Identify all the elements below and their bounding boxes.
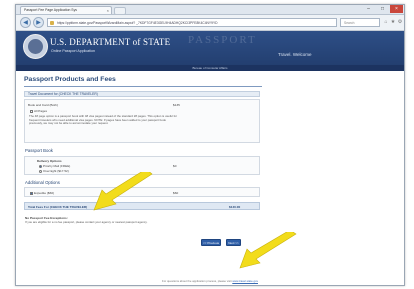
back-arrow-icon[interactable]: ◀ bbox=[20, 17, 31, 28]
delivery-fee: $0 bbox=[173, 164, 177, 168]
address-url: https://pptform.state.gov/PassportWizard… bbox=[57, 21, 218, 25]
close-icon[interactable]: × bbox=[390, 5, 403, 13]
delivery-label: Delivery Options bbox=[37, 159, 62, 163]
new-tab-button[interactable] bbox=[114, 7, 126, 15]
additional-options-heading: Additional Options bbox=[25, 180, 60, 185]
browser-tab[interactable]: Passport Fee Page Application Sys × bbox=[20, 6, 112, 14]
all-pages-label: All Pages bbox=[34, 109, 48, 113]
lock-icon bbox=[50, 21, 54, 25]
expedite-fee: $60 bbox=[173, 191, 179, 195]
tab-title: Passport Fee Page Application Sys bbox=[24, 8, 77, 12]
welcome-text: Travel. Welcome bbox=[278, 52, 312, 57]
radio-priority[interactable] bbox=[39, 164, 42, 168]
product-box: Book and Card (Both) $135 All Pages The … bbox=[24, 99, 260, 143]
gear-icon[interactable]: ⚙ bbox=[397, 19, 403, 25]
expedite-checkbox[interactable] bbox=[30, 191, 33, 195]
section-header: Travel Document for (CHECK THE TRAVELER) bbox=[24, 91, 260, 97]
footer-link[interactable]: www.travel.state.gov bbox=[232, 279, 258, 283]
product-fee: $135 bbox=[173, 103, 180, 107]
total-label: Total Fees For (CHECK THE TRAVELER) bbox=[28, 204, 88, 209]
browser-toolbar: ◀ ▶ https://pptform.state.gov/PassportWi… bbox=[16, 15, 404, 31]
page-title: Passport Products and Fees bbox=[24, 76, 116, 83]
tab-close-icon[interactable]: × bbox=[107, 7, 109, 14]
delivery-option-priority-label: Priority Mail (FREE) bbox=[43, 164, 71, 168]
expedite-label: Expedite ($60) bbox=[34, 191, 55, 195]
web-page: U.S. DEPARTMENT of STATE Online Passport… bbox=[16, 31, 404, 285]
delivery-option-overnight-label: Overnight ($17.52) bbox=[43, 169, 69, 173]
product-notice: The 48 page option is a passport book wi… bbox=[29, 114, 177, 126]
browser-window: Passport Fee Page Application Sys × – □ … bbox=[15, 4, 405, 286]
callout-arrow-icon bbox=[93, 172, 153, 211]
maximize-icon[interactable]: □ bbox=[376, 5, 389, 13]
all-pages-option[interactable]: All Pages bbox=[30, 109, 47, 113]
search-input[interactable]: Search bbox=[340, 18, 380, 27]
expedite-option[interactable]: Expedite ($60) bbox=[30, 191, 54, 195]
tab-bar: Passport Fee Page Application Sys × – □ … bbox=[16, 5, 404, 15]
previous-button[interactable]: << Previous bbox=[201, 239, 221, 246]
exceptions-text: If you are eligible for a no fee passpor… bbox=[25, 220, 148, 224]
delivery-option-overnight[interactable]: Overnight ($17.52) bbox=[39, 169, 69, 173]
favorites-star-icon[interactable]: ★ bbox=[390, 19, 396, 25]
title-divider bbox=[24, 86, 262, 87]
application-subtitle: Online Passport Application bbox=[51, 49, 95, 53]
nav-strip: Bureau of Consular Affairs bbox=[16, 65, 404, 71]
address-bar[interactable]: https://pptform.state.gov/PassportWizard… bbox=[47, 18, 337, 27]
header-banner: U.S. DEPARTMENT of STATE Online Passport… bbox=[16, 31, 404, 65]
passport-watermark: PASSPORT bbox=[188, 34, 257, 46]
all-pages-checkbox[interactable] bbox=[30, 109, 33, 113]
delivery-option-priority[interactable]: Priority Mail (FREE) bbox=[39, 164, 70, 168]
total-value: $140.00 bbox=[229, 204, 241, 209]
state-seal-icon bbox=[23, 34, 48, 59]
footer: For questions about the application proc… bbox=[16, 277, 404, 285]
footer-text: For questions about the application proc… bbox=[162, 279, 232, 283]
delivery-heading: Passport Book bbox=[25, 148, 53, 153]
department-title: U.S. DEPARTMENT of STATE bbox=[50, 37, 171, 47]
home-icon[interactable]: ⌂ bbox=[383, 19, 389, 25]
forward-arrow-icon[interactable]: ▶ bbox=[33, 17, 44, 28]
product-label: Book and Card (Both) bbox=[28, 103, 58, 107]
callout-arrow-icon bbox=[239, 232, 297, 269]
minimize-icon[interactable]: – bbox=[362, 5, 375, 13]
radio-overnight[interactable] bbox=[39, 169, 42, 173]
